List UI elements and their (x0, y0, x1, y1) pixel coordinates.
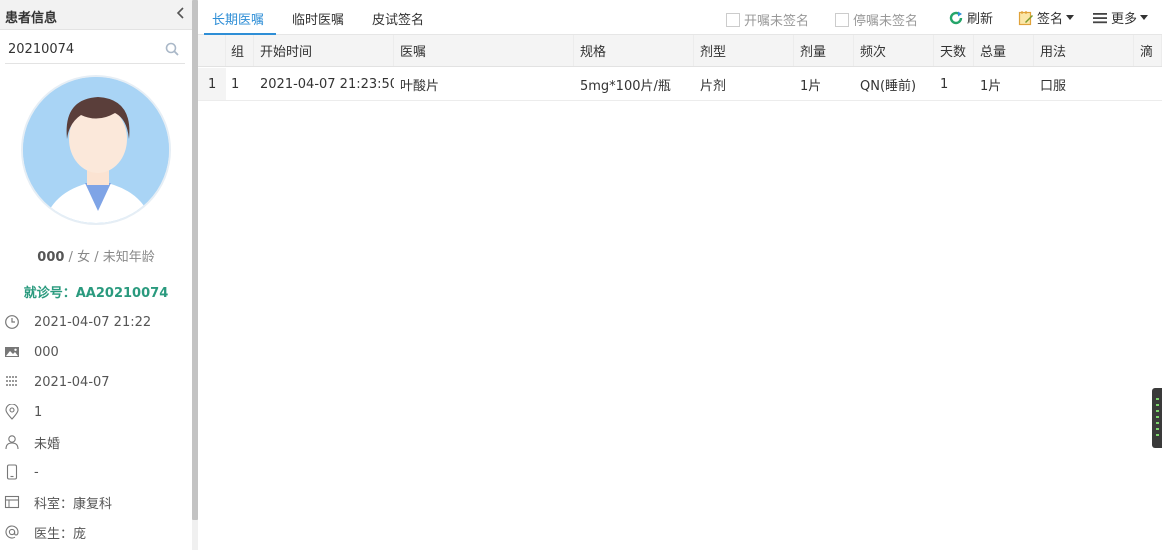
orders-panel: 长期医嘱 临时医嘱 皮试签名 开嘱未签名 停嘱未签名 刷新 签名 更多 组 开始… (198, 0, 1162, 550)
patient-avatar (21, 75, 171, 225)
cell-drip (1134, 68, 1162, 100)
unsigned-stop-checkbox-box[interactable] (835, 12, 849, 27)
info-marital: 未婚 (34, 436, 61, 452)
more-caret-down-icon (1140, 15, 1149, 20)
info-row-admit-time: 2021-04-07 21:22 (4, 311, 190, 333)
col-header-dose[interactable]: 剂量 (794, 35, 854, 66)
col-header-days[interactable]: 天数 (934, 35, 974, 66)
chevron-left-icon[interactable] (174, 5, 188, 21)
info-row-location: 1 (4, 401, 190, 423)
col-header-total[interactable]: 总量 (974, 35, 1034, 66)
patient-name: 000 (37, 250, 65, 265)
sign-notepad-icon (1018, 10, 1033, 25)
info-department: 科室：康复科 (34, 496, 113, 512)
info-date: 2021-04-07 (34, 374, 110, 390)
phone-icon (6, 464, 18, 480)
tab-long-term-orders[interactable]: 长期医嘱 (212, 9, 264, 28)
col-header-drip[interactable]: 滴 (1134, 35, 1162, 66)
col-header-frequency[interactable]: 频次 (854, 35, 934, 66)
unsigned-open-label: 开嘱未签名 (744, 14, 810, 29)
tab-temporary-orders[interactable]: 临时医嘱 (292, 9, 344, 28)
row-number: 1 (198, 68, 226, 100)
cell-days: 1 (940, 76, 949, 92)
clock-icon (5, 315, 19, 329)
visit-number: 就诊号：AA20210074 (23, 286, 169, 301)
orders-toolbar: 长期医嘱 临时医嘱 皮试签名 开嘱未签名 停嘱未签名 刷新 签名 更多 (198, 0, 1162, 35)
cell-dose: 1片 (800, 78, 822, 94)
sidebar-title: 患者信息 (5, 11, 58, 26)
info-row-department: 科室：康复科 (4, 491, 190, 513)
col-header-dosage-form[interactable]: 剂型 (694, 35, 794, 66)
table-row[interactable]: 1 1 2021-04-07 21:23:50 叶酸片 5mg*100片/瓶 片… (198, 68, 1162, 101)
unsigned-stop-checkbox[interactable]: 停嘱未签名 (835, 10, 918, 29)
side-drag-handle[interactable] (1152, 388, 1162, 448)
cell-total: 1片 (980, 78, 1002, 94)
unsigned-open-checkbox-box[interactable] (726, 12, 740, 27)
sign-button[interactable]: 签名 (1018, 8, 1075, 27)
info-doctor: 医生：庞 (34, 526, 87, 542)
info-admit-time: 2021-04-07 21:22 (34, 314, 152, 330)
at-icon (5, 525, 19, 539)
more-button[interactable]: 更多 (1092, 8, 1149, 27)
more-label: 更多 (1111, 12, 1138, 27)
avatar-illustration-icon (23, 77, 169, 223)
cell-start-time: 2021-04-07 21:23:50 (260, 76, 394, 92)
sign-label: 签名 (1037, 12, 1064, 27)
patient-search-input[interactable] (5, 36, 155, 62)
unsigned-stop-label: 停嘱未签名 (853, 14, 919, 29)
patient-sex-age: / 女 / 未知年龄 (64, 250, 155, 265)
info-row-date: 2021-04-07 (4, 371, 190, 393)
cell-spec: 5mg*100片/瓶 (580, 78, 671, 94)
col-header-order[interactable]: 医嘱 (394, 35, 574, 66)
person-icon (5, 435, 19, 450)
department-icon (4, 495, 20, 509)
sign-caret-down-icon (1066, 15, 1075, 20)
patient-sidebar: 患者信息 000 / 女 / 未知年龄 就诊号：AA20210074 2021-… (0, 0, 198, 550)
search-icon[interactable] (164, 41, 180, 57)
info-row-phone: - (4, 461, 190, 483)
cell-usage: 口服 (1040, 78, 1067, 94)
cell-frequency: QN(睡前) (860, 78, 917, 94)
patient-search-box (5, 36, 185, 64)
info-location: 1 (34, 404, 43, 420)
cell-order: 叶酸片 (400, 78, 440, 94)
col-header-usage[interactable]: 用法 (1034, 35, 1134, 66)
refresh-icon (949, 11, 963, 24)
col-header-group[interactable]: 组 (226, 35, 254, 66)
row-number-header (198, 35, 226, 66)
cell-dosage-form: 片剂 (700, 78, 727, 94)
grid-header-row: 组 开始时间 医嘱 规格 剂型 剂量 频次 天数 总量 用法 滴 (198, 35, 1162, 67)
patient-basic-info: 000 / 女 / 未知年龄 (0, 246, 192, 265)
sidebar-header: 患者信息 (0, 0, 192, 30)
col-header-spec[interactable]: 规格 (574, 35, 694, 66)
image-icon (5, 347, 19, 357)
info-phone: - (34, 464, 39, 480)
info-row-marital: 未婚 (4, 431, 190, 453)
info-name: 000 (34, 344, 59, 360)
location-icon (5, 404, 19, 420)
calendar-icon (6, 376, 17, 386)
col-header-start-time[interactable]: 开始时间 (254, 35, 394, 66)
tab-skin-test-sign[interactable]: 皮试签名 (372, 9, 424, 28)
unsigned-open-checkbox[interactable]: 开嘱未签名 (726, 10, 809, 29)
info-row-doctor: 医生：庞 (4, 521, 190, 543)
hamburger-menu-icon (1093, 12, 1107, 23)
info-row-name: 000 (4, 341, 190, 363)
cell-group: 1 (231, 76, 240, 92)
refresh-button[interactable]: 刷新 (948, 8, 993, 27)
refresh-label: 刷新 (967, 12, 994, 27)
